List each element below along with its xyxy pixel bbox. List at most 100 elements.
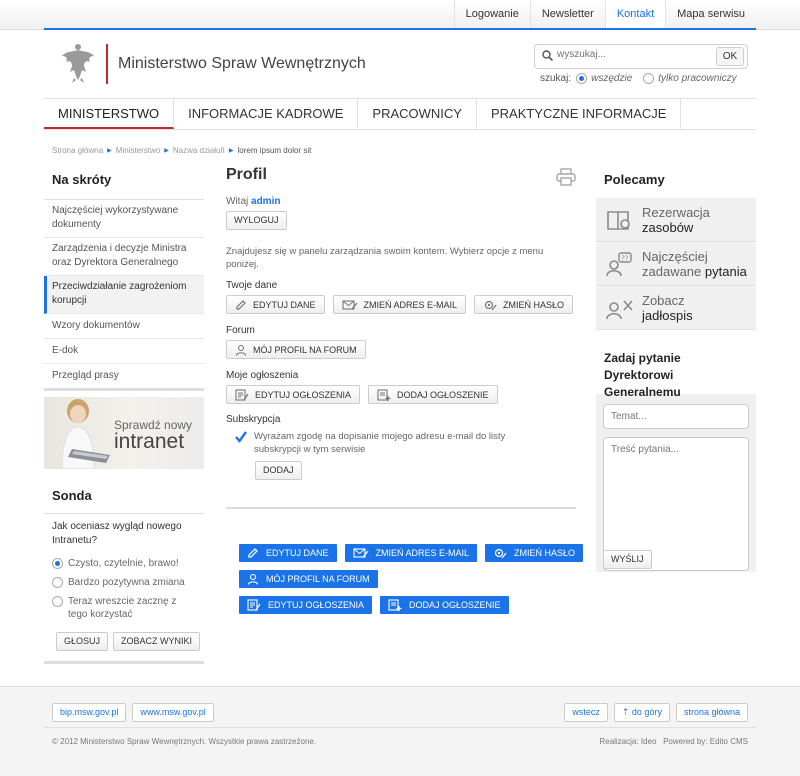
footer-back-button[interactable]: wstecz bbox=[564, 703, 608, 722]
shortcut-item[interactable]: Przegląd prasy bbox=[44, 364, 204, 391]
change-email-button[interactable]: ZMIEŃ ADRES E-MAIL bbox=[332, 295, 467, 314]
add-ad-button-blue[interactable]: DODAJ OGŁOSZENIE bbox=[380, 596, 509, 614]
document-edit-icon bbox=[247, 599, 261, 611]
book-icon bbox=[596, 208, 642, 232]
site-title[interactable]: Ministerstwo Spraw Wewnętrznych bbox=[118, 55, 366, 73]
footer-home-button[interactable]: strona główna bbox=[675, 703, 748, 722]
poll-box: Sonda Jak oceniasz wygląd nowego Intrane… bbox=[44, 482, 204, 664]
pencil-icon bbox=[236, 299, 246, 310]
search-scope-label: szukaj: bbox=[540, 73, 572, 84]
radio-selected-icon[interactable] bbox=[576, 73, 588, 84]
nav-item-ministerstwo[interactable]: MINISTERSTWO bbox=[44, 99, 175, 129]
send-question-button[interactable]: WYŚLIJ bbox=[603, 550, 652, 569]
arrow-up-icon: ⇡ bbox=[621, 707, 632, 717]
edit-ads-button[interactable]: EDYTUJ OGŁOSZENIA bbox=[226, 385, 361, 404]
user-icon bbox=[235, 344, 247, 356]
edit-ads-button-blue[interactable]: EDYTUJ OGŁOSZENIA bbox=[239, 596, 373, 614]
breadcrumb-section[interactable]: Nazwa działuII bbox=[173, 146, 225, 155]
vote-button[interactable]: GŁOSUJ bbox=[56, 632, 109, 651]
top-link-kontakt[interactable]: Kontakt bbox=[604, 0, 666, 29]
subscribe-add-button[interactable]: DODAJ bbox=[255, 461, 302, 480]
radio-icon[interactable] bbox=[52, 596, 63, 607]
breadcrumb-current: lorem ipsum dolor sit bbox=[237, 146, 312, 155]
shortcut-item[interactable]: E-dok bbox=[44, 339, 204, 364]
change-password-button[interactable]: ZMIEŃ HASŁO bbox=[474, 295, 574, 314]
radio-icon[interactable] bbox=[52, 577, 63, 588]
breadcrumb-arrow-icon: ▶ bbox=[164, 148, 169, 154]
search-input[interactable] bbox=[557, 49, 707, 60]
shortcuts-title: Na skróty bbox=[44, 162, 204, 200]
blue-buttons-row2: MÓJ PROFIL NA FORUM bbox=[239, 570, 378, 588]
eagle-emblem-icon[interactable] bbox=[60, 42, 96, 84]
user-question-icon: ?? bbox=[596, 251, 642, 277]
scope-option-employees[interactable]: tylko pracowniczy bbox=[643, 73, 737, 84]
svg-text:??: ?? bbox=[621, 254, 629, 262]
search-ok-button[interactable]: OK bbox=[716, 47, 744, 66]
radio-icon[interactable] bbox=[643, 73, 655, 84]
intro-text: Znajdujesz się w panelu zarządzania swoi… bbox=[226, 246, 544, 270]
recommended-item-menu[interactable]: Zobacz jadłospis bbox=[596, 286, 756, 330]
edit-data-button-blue[interactable]: EDYTUJ DANE bbox=[239, 544, 337, 562]
blue-buttons-row3: EDYTUJ OGŁOSZENIA DODAJ OGŁOSZENIE bbox=[239, 596, 509, 614]
top-accent-line bbox=[44, 28, 756, 30]
shortcut-item[interactable]: Zarządzenia i decyzje Ministra oraz Dyre… bbox=[44, 238, 204, 276]
poll-title: Sonda bbox=[44, 482, 204, 514]
recommended-title: Polecamy bbox=[604, 172, 665, 187]
welcome-text: Witaj bbox=[226, 196, 249, 207]
footer: bip.msw.gov.pl www.msw.gov.pl wstecz ⇡ d… bbox=[0, 686, 800, 776]
subscription-consent-text: Wyrażam zgodę na dopisanie mojego adresu… bbox=[254, 431, 506, 455]
shortcut-item[interactable]: Najczęściej wykorzystywane dokumenty bbox=[44, 200, 204, 238]
document-add-icon bbox=[377, 388, 391, 401]
intranet-banner[interactable]: Sprawdź nowy intranet bbox=[44, 397, 204, 469]
poll-option[interactable]: Bardzo pozytywna zmiana bbox=[44, 573, 204, 592]
logo-separator bbox=[106, 44, 108, 84]
credits: Realizacja: Ideo Powered by: Edito CMS bbox=[599, 737, 748, 746]
change-password-button-blue[interactable]: ZMIEŃ HASŁO bbox=[485, 544, 584, 562]
change-email-button-blue[interactable]: ZMIEŃ ADRES E-MAIL bbox=[344, 544, 478, 562]
search-icon bbox=[542, 50, 554, 64]
search-scope: szukaj: wszędzie tylko pracowniczy bbox=[540, 73, 737, 84]
copyright: © 2012 Ministerstwo Spraw Wewnętrznych. … bbox=[52, 737, 317, 746]
subject-input[interactable]: Temat... bbox=[603, 404, 749, 429]
see-results-button[interactable]: ZOBACZ WYNIKI bbox=[113, 632, 201, 651]
recommended-item-faq[interactable]: ?? Najczęściej zadawane pytania bbox=[596, 242, 756, 286]
breadcrumb-ministerstwo[interactable]: Ministerstwo bbox=[116, 146, 160, 155]
radio-selected-icon[interactable] bbox=[52, 558, 63, 569]
forum-profile-button-blue[interactable]: MÓJ PROFIL NA FORUM bbox=[239, 570, 378, 588]
scope-option-everywhere[interactable]: wszędzie bbox=[576, 73, 632, 84]
footer-link-msw[interactable]: www.msw.gov.pl bbox=[132, 703, 214, 722]
shortcuts-box: Na skróty Najczęściej wykorzystywane dok… bbox=[44, 162, 204, 391]
poll-option[interactable]: Teraz wreszcie zacznę z tego korzystać bbox=[44, 592, 204, 624]
poll-bottom-border bbox=[44, 661, 204, 664]
breadcrumb-arrow-icon: ▶ bbox=[107, 148, 112, 154]
forum-profile-button[interactable]: MÓJ PROFIL NA FORUM bbox=[226, 340, 366, 359]
nav-item-praktyczne-informacje[interactable]: PRAKTYCZNE INFORMACJE bbox=[477, 99, 682, 129]
nav-item-pracownicy[interactable]: PRACOWNICY bbox=[358, 99, 477, 129]
section-subscription: Subskrypcja bbox=[226, 414, 281, 425]
main-nav: MINISTERSTWO INFORMACJE KADROWE PRACOWNI… bbox=[44, 98, 756, 130]
footer-separator bbox=[44, 727, 756, 728]
logout-button[interactable]: WYLOGUJ bbox=[226, 211, 287, 230]
poll-option[interactable]: Czysto, czytelnie, brawo! bbox=[44, 554, 204, 573]
footer-top-button[interactable]: ⇡ do góry bbox=[613, 703, 670, 722]
nav-item-informacje-kadrowe[interactable]: INFORMACJE KADROWE bbox=[174, 99, 359, 129]
add-ad-button[interactable]: DODAJ OGŁOSZENIE bbox=[368, 385, 498, 404]
search-box: OK bbox=[534, 44, 748, 69]
shortcut-item-active[interactable]: Przeciwdziałanie zagrożeniom korupcji bbox=[44, 276, 204, 314]
profile-panel: Profil Witaj admin WYLOGUJ Znajdujesz si… bbox=[226, 166, 576, 480]
recommended-item-reservation[interactable]: Rezerwacja zasobów bbox=[596, 198, 756, 242]
user-cutlery-icon bbox=[596, 295, 642, 321]
top-links: Logowanie Newsletter Kontakt Mapa serwis… bbox=[453, 0, 756, 29]
edit-data-button[interactable]: EDYTUJ DANE bbox=[226, 295, 325, 314]
breadcrumb-home[interactable]: Strona główna bbox=[52, 146, 103, 155]
ask-director-box: Zadaj pytanie Dyrektorowi Generalnemu Te… bbox=[596, 336, 756, 572]
top-link-mapa-serwisu[interactable]: Mapa serwisu bbox=[665, 0, 756, 29]
checkbox-checked-icon[interactable] bbox=[234, 430, 248, 456]
footer-link-bip[interactable]: bip.msw.gov.pl bbox=[52, 703, 127, 722]
username-link[interactable]: admin bbox=[251, 196, 280, 207]
top-link-logowanie[interactable]: Logowanie bbox=[453, 0, 530, 29]
breadcrumb: Strona główna ▶ Ministerstwo ▶ Nazwa dzi… bbox=[52, 146, 311, 155]
top-link-newsletter[interactable]: Newsletter bbox=[529, 0, 605, 29]
shortcut-item[interactable]: Wzory dokumentów bbox=[44, 314, 204, 339]
page-title: Profil bbox=[226, 166, 267, 183]
